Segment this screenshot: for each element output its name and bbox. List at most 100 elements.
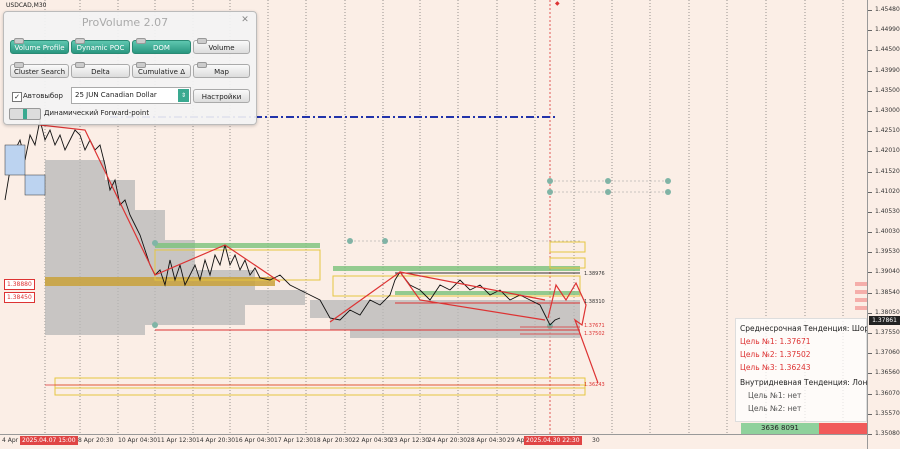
bar-red [819, 423, 867, 434]
price-label: 1.36070 [875, 390, 900, 397]
price-label: 1.43500 [875, 87, 900, 94]
price-tick [868, 30, 872, 31]
price-tick [868, 50, 872, 51]
top-marker-icon: ◆ [555, 0, 560, 7]
time-label: 30 [592, 437, 600, 444]
trend-info-box: Среднесрочная Тенденция: Шорт Цель №1: 1… [735, 318, 867, 422]
chart-area[interactable]: USDCAD,M30 ◆ 1.38880 1.38450 1.38976 1.3… [0, 0, 867, 449]
price-tick [868, 373, 872, 374]
provolume-panel[interactable]: ProVolume 2.07 ✕ Volume Profile Dynamic … [3, 11, 257, 125]
time-label: 24 Apr 20:30 [428, 437, 468, 444]
price-label: 1.38540 [875, 289, 900, 296]
target1: Цель №1: 1.37671 [740, 337, 811, 346]
dynamic-forward-label: Динамический Forward-point [44, 109, 150, 117]
time-highlight: 2025.04.07 15:00 [20, 436, 78, 445]
toggle-dot-icon [75, 62, 85, 68]
medium-trend-title: Среднесрочная Тенденция: Шорт [740, 324, 867, 333]
level-box-2: 1.38450 [4, 292, 35, 303]
price-tick [868, 151, 872, 152]
price-label: 1.35570 [875, 410, 900, 417]
level-text-1: 1.38976 [584, 271, 605, 277]
price-tick [868, 71, 872, 72]
target2: Цель №2: 1.37502 [740, 350, 811, 359]
price-tick [868, 212, 872, 213]
price-tick [868, 272, 872, 273]
dynamic-toggle[interactable] [9, 108, 41, 120]
time-label: 23 Apr 12:30 [390, 437, 430, 444]
level-text-2: 1.38310 [584, 299, 605, 305]
price-tick [868, 252, 872, 253]
time-label: 11 Apr 12:30 [157, 437, 197, 444]
price-label: 1.43990 [875, 67, 900, 74]
time-label: 4 Apr [2, 437, 19, 444]
toggle-dot-icon [75, 38, 85, 44]
price-label: 1.40530 [875, 208, 900, 215]
time-label: 10 Apr 04:30 [118, 437, 158, 444]
current-price-label: 1.37861 [869, 316, 900, 325]
price-axis: 1.45480 1.44990 1.44500 1.43990 1.43500 1.430… [867, 0, 900, 449]
cumulative-delta-button[interactable]: Cumulative Δ [132, 62, 191, 78]
price-label: 1.40030 [875, 228, 900, 235]
time-highlight: 2025.04.30 22:30 [524, 436, 582, 445]
price-label: 1.39530 [875, 248, 900, 255]
time-label: 17 Apr 12:30 [274, 437, 314, 444]
level-box-1: 1.38880 [4, 279, 35, 290]
intraday-trend-title: Внутридневная Тенденция: Лонг [740, 378, 867, 387]
bar-text: 3636 8091 [761, 424, 799, 432]
price-tick [868, 111, 872, 112]
price-label: 1.44990 [875, 26, 900, 33]
cluster-search-button[interactable]: Cluster Search [10, 62, 69, 78]
time-label: 18 Apr 20:30 [313, 437, 353, 444]
volume-balance-bar: 3636 8091 [741, 423, 867, 434]
settings-button[interactable]: Настройки [193, 89, 250, 103]
chevron-down-icon[interactable]: ⇕ [178, 89, 189, 102]
price-label: 1.37550 [875, 329, 900, 336]
time-label: 14 Apr 20:30 [196, 437, 236, 444]
toggle-knob [23, 109, 27, 119]
delta-button[interactable]: Delta [71, 62, 130, 78]
price-tick [868, 192, 872, 193]
price-label: 1.41020 [875, 188, 900, 195]
volume-profile-button[interactable]: Volume Profile [10, 38, 69, 54]
target3: Цель №3: 1.36243 [740, 363, 811, 372]
toggle-dot-icon [136, 38, 146, 44]
dynamic-poc-button[interactable]: Dynamic POC [71, 38, 130, 54]
level-text-3: 1.37671 [584, 323, 605, 329]
price-label: 1.38050 [875, 309, 900, 316]
time-axis: 4 Apr 2025.04.07 15:00 8 Apr 20:30 10 Ap… [0, 434, 867, 449]
auto-select-checkbox[interactable]: ✓ [12, 92, 22, 102]
time-label: 8 Apr 20:30 [78, 437, 114, 444]
price-tick [868, 91, 872, 92]
time-label: 28 Apr 04:30 [467, 437, 507, 444]
intra-target1: Цель №1: нет [748, 391, 802, 400]
price-tick [868, 293, 872, 294]
time-label: 22 Apr 04:30 [352, 437, 392, 444]
volume-button[interactable]: Volume [193, 38, 250, 54]
dom-button[interactable]: DOM [132, 38, 191, 54]
price-tick [868, 10, 872, 11]
close-icon[interactable]: ✕ [240, 15, 250, 25]
price-label: 1.36560 [875, 369, 900, 376]
instrument-select[interactable]: 25 JUN Canadian Dollar ⇕ [71, 87, 191, 104]
price-tick [868, 414, 872, 415]
price-label: 1.41520 [875, 168, 900, 175]
price-label: 1.45480 [875, 6, 900, 13]
price-tick [868, 434, 872, 435]
intra-target2: Цель №2: нет [748, 404, 802, 413]
symbol-label: USDCAD,M30 [6, 2, 47, 9]
price-tick [868, 394, 872, 395]
toggle-dot-icon [14, 38, 24, 44]
toggle-dot-icon [136, 62, 146, 68]
price-tick [868, 313, 872, 314]
auto-select-label: Автовыбор [23, 92, 63, 100]
map-button[interactable]: Map [193, 62, 250, 78]
time-label: 16 Apr 04:30 [235, 437, 275, 444]
price-label: 1.42010 [875, 147, 900, 154]
price-tick [868, 172, 872, 173]
price-label: 1.44500 [875, 46, 900, 53]
level-text-5: 1.36243 [584, 382, 605, 388]
price-tick [868, 353, 872, 354]
level-text-4: 1.37502 [584, 331, 605, 337]
toggle-dot-icon [14, 62, 24, 68]
price-tick [868, 131, 872, 132]
